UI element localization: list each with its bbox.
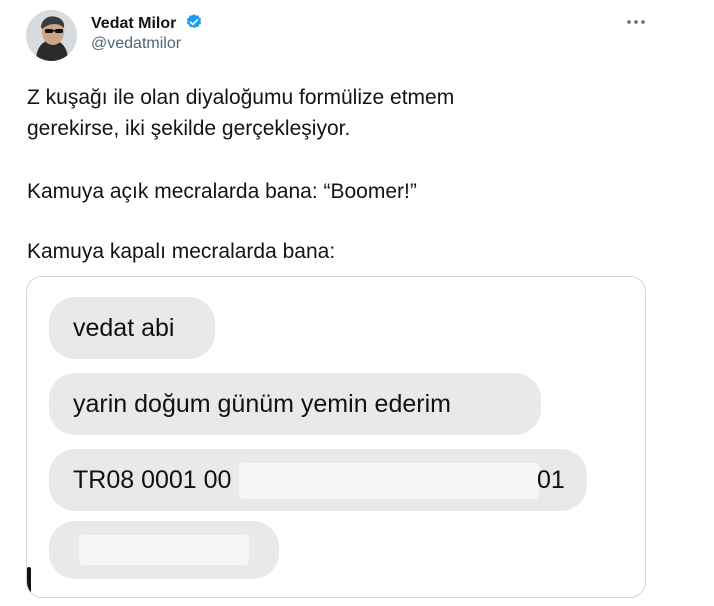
tweet-text-line: Kamuya açık mecralarda bana: “Boomer!” [27,180,417,203]
redaction-overlay [239,463,539,499]
verified-badge-icon [186,14,201,29]
tweet-text-line: Kamuya kapalı mecralarda bana: [27,240,336,263]
redaction-overlay [79,535,249,565]
message-text: vedat abi [73,314,175,342]
tweet-media-image[interactable]: vedat abi yarin doğum günüm yemin ederim… [26,276,646,598]
message-text-end: 01 [537,466,565,494]
author-handle[interactable]: @vedatmilor [91,35,181,53]
message-text-start: TR08 0001 00 [73,466,232,494]
message-bubble: yarin doğum günüm yemin ederim [49,373,541,435]
message-bubble: vedat abi [49,297,215,359]
more-options-icon[interactable] [624,14,648,30]
avatar-photo [26,10,77,61]
tweet-text-line: Z kuşağı ile olan diyaloğumu formülize e… [27,86,455,109]
author-name[interactable]: Vedat Milor [91,15,176,32]
tweet-text-line: gerekirse, iki şekilde gerçekleşiyor. [27,117,351,140]
message-bubble-redacted [49,521,279,579]
author-avatar[interactable] [26,10,77,61]
message-text: yarin doğum günüm yemin ederim [73,390,451,418]
image-edge-artifact [27,567,31,597]
message-bubble-redacted: TR08 0001 00 01 [49,449,587,511]
author-name-row[interactable]: Vedat Milor [91,13,203,33]
